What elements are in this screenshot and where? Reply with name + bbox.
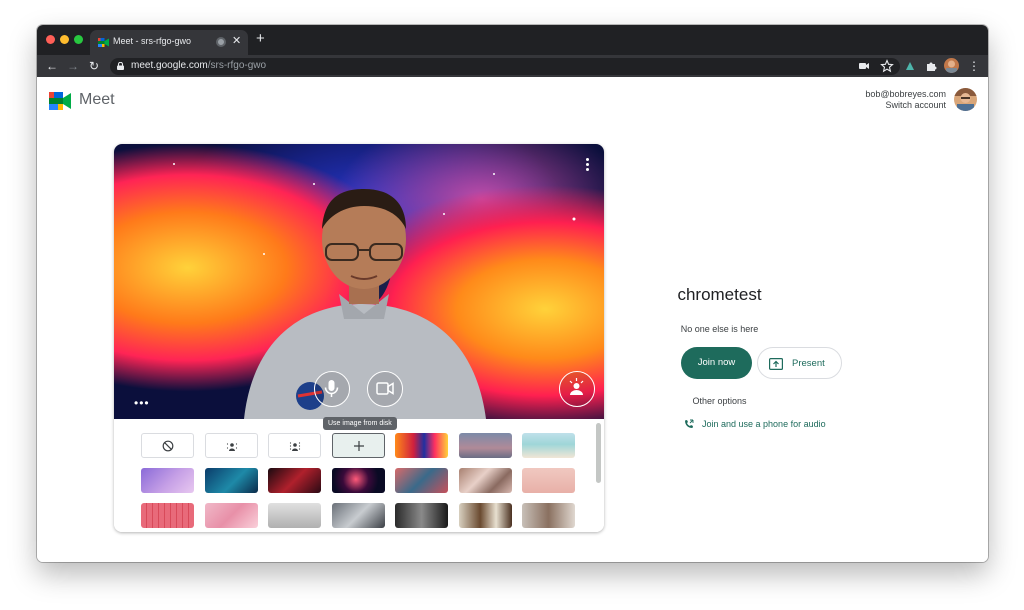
background-aurora[interactable] bbox=[205, 468, 258, 493]
background-red-nebula[interactable] bbox=[268, 468, 321, 493]
recording-indicator-icon bbox=[216, 37, 226, 47]
account-info: bob@bobreyes.com Switch account bbox=[865, 89, 946, 111]
join-by-phone-label: Join and use a phone for audio bbox=[702, 419, 826, 429]
present-screen-icon bbox=[769, 358, 783, 370]
background-bookshelf[interactable] bbox=[459, 503, 512, 528]
back-button[interactable]: ← bbox=[46, 58, 58, 74]
blur-option[interactable] bbox=[268, 433, 321, 458]
chrome-menu-icon[interactable]: ⋮ bbox=[968, 58, 980, 74]
tab-strip: Meet - srs-rfgo-gwo ✕ + bbox=[37, 25, 988, 55]
meet-logo-icon bbox=[49, 92, 71, 110]
background-pink-grid[interactable] bbox=[141, 503, 194, 528]
forward-button[interactable]: → bbox=[67, 58, 79, 74]
preview-more-options-icon[interactable] bbox=[586, 158, 590, 173]
tab-title: Meet - srs-rfgo-gwo bbox=[113, 36, 192, 46]
blur-icon bbox=[289, 441, 300, 451]
browser-tab[interactable]: Meet - srs-rfgo-gwo ✕ bbox=[90, 30, 248, 55]
profile-avatar-icon bbox=[944, 58, 959, 73]
switch-account-link[interactable]: Switch account bbox=[865, 100, 946, 111]
meet-page: Meet bob@bobreyes.com Switch account •••… bbox=[37, 77, 988, 562]
background-pink[interactable] bbox=[522, 468, 575, 493]
bookmark-star-icon[interactable] bbox=[880, 59, 894, 73]
background-dark-room[interactable] bbox=[395, 503, 448, 528]
background-fireworks[interactable] bbox=[332, 468, 385, 493]
new-tab-button[interactable]: + bbox=[256, 31, 265, 47]
background-purple-sky[interactable] bbox=[141, 468, 194, 493]
video-preview-card: ••• Use image from disk bbox=[114, 144, 604, 532]
participants-status: No one else is here bbox=[680, 324, 759, 334]
microphone-button[interactable] bbox=[314, 371, 350, 407]
camera-in-use-icon[interactable] bbox=[857, 59, 871, 73]
meet-favicon-icon bbox=[98, 38, 109, 47]
slight-blur-icon bbox=[226, 442, 237, 451]
present-label: Present bbox=[792, 358, 825, 369]
tab-close-icon[interactable]: ✕ bbox=[232, 34, 241, 47]
window-minimize-button[interactable] bbox=[60, 35, 69, 44]
background-selector bbox=[114, 419, 604, 532]
slight-blur-option[interactable] bbox=[205, 433, 258, 458]
camera-button[interactable] bbox=[367, 371, 403, 407]
reload-button[interactable]: ↻ bbox=[89, 58, 99, 74]
sparkle-person-icon bbox=[569, 378, 584, 395]
browser-toolbar: ← → ↻ meet.google.com/srs-rfgo-gwo ⋮ bbox=[37, 55, 988, 77]
phone-forward-icon bbox=[685, 419, 694, 428]
no-effect-option[interactable] bbox=[141, 433, 194, 458]
window-maximize-button[interactable] bbox=[74, 35, 83, 44]
block-icon bbox=[162, 440, 173, 451]
background-cherry[interactable] bbox=[205, 503, 258, 528]
lock-icon bbox=[117, 62, 124, 70]
background-pebbles[interactable] bbox=[459, 468, 512, 493]
join-now-button[interactable]: Join now bbox=[681, 347, 752, 379]
present-button[interactable]: Present bbox=[757, 347, 842, 379]
account-avatar-icon bbox=[954, 88, 977, 111]
tooltip: Use image from disk bbox=[323, 417, 397, 430]
account-email: bob@bobreyes.com bbox=[865, 89, 946, 99]
background-office[interactable] bbox=[522, 503, 575, 528]
background-white-room[interactable] bbox=[268, 503, 321, 528]
effects-more-icon[interactable]: ••• bbox=[134, 397, 150, 409]
other-options-heading: Other options bbox=[692, 396, 747, 406]
background-blossoms[interactable] bbox=[395, 468, 448, 493]
plus-icon bbox=[353, 440, 364, 451]
camera-icon bbox=[376, 382, 394, 395]
visual-effects-button[interactable] bbox=[559, 371, 595, 407]
microphone-icon bbox=[324, 380, 339, 397]
address-bar[interactable]: meet.google.com/srs-rfgo-gwo bbox=[110, 58, 900, 75]
background-scrollbar[interactable] bbox=[596, 423, 601, 483]
url-text: meet.google.com/srs-rfgo-gwo bbox=[131, 60, 267, 71]
self-view-video bbox=[114, 144, 604, 419]
window-close-button[interactable] bbox=[46, 35, 55, 44]
account-avatar[interactable] bbox=[954, 88, 977, 111]
background-beach[interactable] bbox=[522, 433, 575, 458]
browser-window: Meet - srs-rfgo-gwo ✕ + ← → ↻ meet.googl… bbox=[37, 25, 988, 562]
background-dusk[interactable] bbox=[459, 433, 512, 458]
background-galaxy[interactable] bbox=[395, 433, 448, 458]
puzzle-extensions-icon[interactable] bbox=[924, 59, 938, 73]
app-name: Meet bbox=[79, 91, 115, 108]
extension-icon[interactable] bbox=[903, 59, 917, 73]
meeting-name: chrometest bbox=[677, 285, 762, 304]
add-image-option[interactable] bbox=[332, 433, 385, 458]
camera-preview: ••• bbox=[114, 144, 604, 419]
background-loft[interactable] bbox=[332, 503, 385, 528]
profile-avatar[interactable] bbox=[944, 58, 959, 73]
